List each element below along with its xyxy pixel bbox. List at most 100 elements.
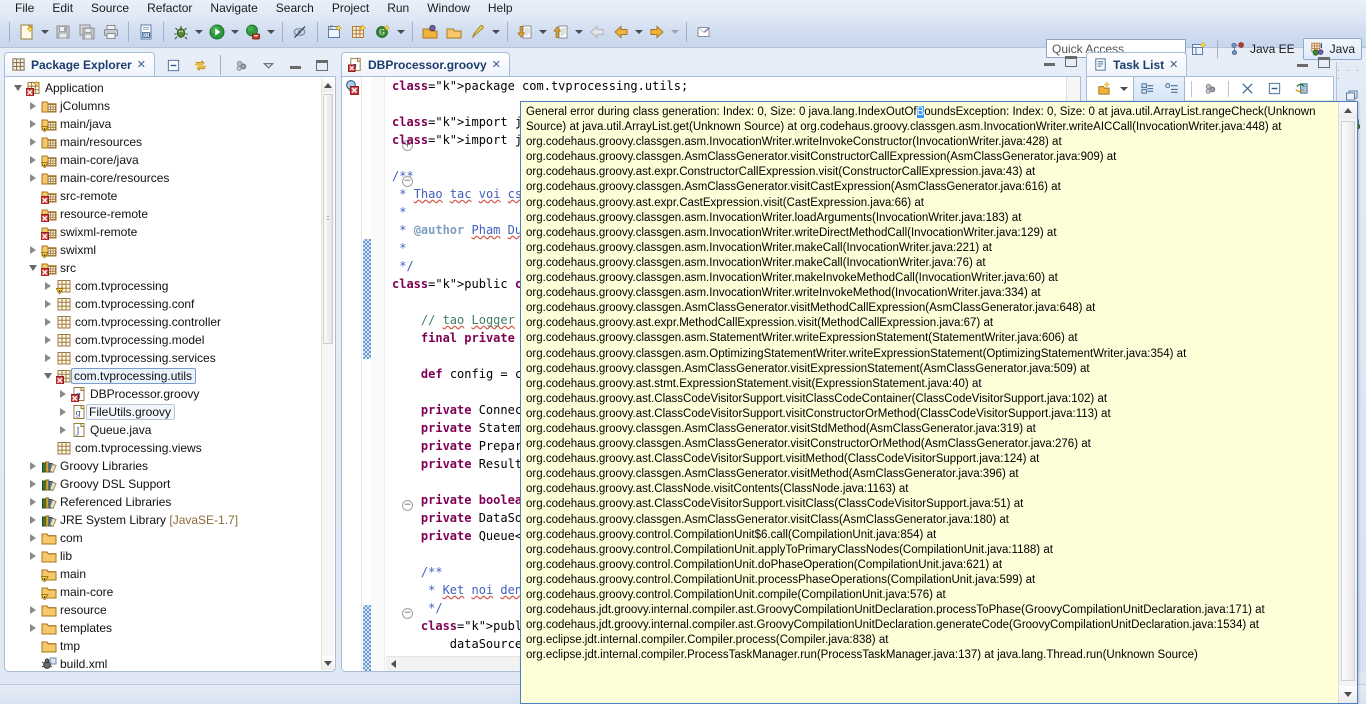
maximize-icon[interactable] [310, 53, 334, 77]
tree-item[interactable]: main-core [5, 583, 321, 601]
print-icon[interactable] [99, 20, 123, 44]
chevron-right-icon[interactable] [26, 156, 40, 164]
external-tools-dropdown-icon[interactable] [265, 20, 277, 44]
tree-item[interactable]: resource-remote [5, 205, 321, 223]
open-task-icon[interactable] [442, 20, 466, 44]
maximize-icon[interactable] [1065, 56, 1077, 67]
scroll-down-icon[interactable] [322, 656, 334, 670]
minimize-icon[interactable] [283, 53, 307, 77]
tree-item[interactable]: Groovy DSL Support [5, 475, 321, 493]
chevron-right-icon[interactable] [41, 318, 55, 326]
chevron-right-icon[interactable] [41, 354, 55, 362]
chevron-right-icon[interactable] [26, 138, 40, 146]
tree-item[interactable]: tmp [5, 637, 321, 655]
tree-item[interactable]: com.tvprocessing [5, 277, 321, 295]
tree-item[interactable]: com.tvprocessing.model [5, 331, 321, 349]
chevron-right-icon[interactable] [41, 336, 55, 344]
tree-item[interactable]: swixml-remote [5, 223, 321, 241]
chevron-down-icon[interactable] [11, 85, 25, 91]
editor-folding-ruler[interactable]: + − − − − [371, 77, 413, 671]
tree-item[interactable]: src-remote [5, 187, 321, 205]
scroll-thumb[interactable] [1341, 121, 1355, 681]
link-with-editor-icon[interactable] [188, 53, 212, 77]
debug-dropdown-icon[interactable] [193, 20, 205, 44]
menu-navigate[interactable]: Navigate [201, 0, 266, 17]
menu-help[interactable]: Help [479, 0, 522, 17]
new-groovy-class-icon[interactable]: G [371, 20, 395, 44]
focus-on-workweek-icon[interactable] [1198, 77, 1222, 101]
new-task-icon[interactable] [1091, 77, 1115, 101]
collapse-all-icon[interactable] [161, 53, 185, 77]
chevron-right-icon[interactable] [26, 174, 40, 182]
chevron-right-icon[interactable] [56, 390, 70, 398]
chevron-down-icon[interactable] [41, 373, 55, 379]
tab-package-explorer[interactable]: Package Explorer ✕ [4, 52, 155, 76]
drag-handle[interactable]: · · · · [1337, 66, 1366, 83]
synchronize-icon[interactable] [1289, 77, 1313, 101]
minimize-icon[interactable] [1044, 58, 1055, 66]
chevron-right-icon[interactable] [26, 534, 40, 542]
chevron-right-icon[interactable] [26, 102, 40, 110]
menu-edit[interactable]: Edit [43, 0, 82, 17]
scroll-up-icon[interactable] [1339, 102, 1357, 119]
chevron-right-icon[interactable] [26, 606, 40, 614]
tree-item[interactable]: main/resources [5, 133, 321, 151]
forward-icon[interactable] [645, 20, 669, 44]
menu-source[interactable]: Source [82, 0, 138, 17]
menu-run[interactable]: Run [378, 0, 418, 17]
run-dropdown-icon[interactable] [229, 20, 241, 44]
tree-item[interactable]: com.tvprocessing.controller [5, 313, 321, 331]
tree-item[interactable]: Groovy Libraries [5, 457, 321, 475]
chevron-right-icon[interactable] [26, 462, 40, 470]
chevron-right-icon[interactable] [26, 480, 40, 488]
skip-breakpoints-icon[interactable] [288, 20, 312, 44]
chevron-right-icon[interactable] [26, 624, 40, 632]
tree-item[interactable]: main [5, 565, 321, 583]
tree-item[interactable]: main/java [5, 115, 321, 133]
chevron-right-icon[interactable] [26, 246, 40, 254]
new-java-class-icon[interactable]: C [323, 20, 347, 44]
tree-item[interactable]: com.tvprocessing.utils [5, 367, 321, 385]
new-task-dropdown-icon[interactable] [1118, 77, 1130, 101]
debug-icon[interactable] [169, 20, 193, 44]
chevron-down-icon[interactable] [26, 265, 40, 271]
open-type-icon[interactable] [418, 20, 442, 44]
next-annotation-dropdown-icon[interactable] [537, 20, 549, 44]
tree-item[interactable]: com [5, 529, 321, 547]
tree-item[interactable]: Referenced Libraries [5, 493, 321, 511]
tree-item[interactable]: swixml [5, 241, 321, 259]
tree-item[interactable]: com.tvprocessing.services [5, 349, 321, 367]
menu-window[interactable]: Window [418, 0, 479, 17]
chevron-right-icon[interactable] [26, 120, 40, 128]
close-icon[interactable]: ✕ [1169, 58, 1178, 71]
maximize-icon[interactable] [1318, 57, 1330, 68]
back-history-icon[interactable] [609, 20, 633, 44]
tree-item[interactable]: com.tvprocessing.views [5, 439, 321, 457]
new-groovy-dropdown-icon[interactable] [395, 20, 407, 44]
run-icon[interactable] [205, 20, 229, 44]
back-icon[interactable] [585, 20, 609, 44]
tree-item[interactable]: J Queue.java [5, 421, 321, 439]
package-explorer-scrollbar[interactable] [321, 78, 334, 670]
menu-search[interactable]: Search [267, 0, 323, 17]
project-tree[interactable]: Application jColumns main/java main/resourc… [5, 79, 321, 671]
tree-item[interactable]: g DBProcessor.groovy [5, 385, 321, 403]
new-wizard-dropdown-icon[interactable] [39, 20, 51, 44]
error-tooltip-popup[interactable]: General error during class generation: I… [520, 101, 1358, 704]
chevron-right-icon[interactable] [41, 282, 55, 290]
scroll-left-icon[interactable] [386, 657, 400, 671]
tab-dbprocessor-groovy[interactable]: g DBProcessor.groovy ✕ [341, 52, 510, 76]
chevron-right-icon[interactable] [56, 408, 70, 416]
collapse-all-icon[interactable] [1262, 77, 1286, 101]
chevron-right-icon[interactable] [56, 426, 70, 434]
chevron-right-icon[interactable] [26, 552, 40, 560]
back-dropdown-icon[interactable] [633, 20, 645, 44]
filter-completed-icon[interactable] [1235, 77, 1259, 101]
forward-dropdown-icon[interactable] [669, 20, 681, 44]
close-icon[interactable]: ✕ [137, 58, 146, 71]
tree-item[interactable]: jColumns [5, 97, 321, 115]
menu-project[interactable]: Project [323, 0, 378, 17]
editor-annotation-ruler[interactable] [342, 77, 362, 671]
tree-item[interactable]: templates [5, 619, 321, 637]
tree-item[interactable]: g FileUtils.groovy [5, 403, 321, 421]
